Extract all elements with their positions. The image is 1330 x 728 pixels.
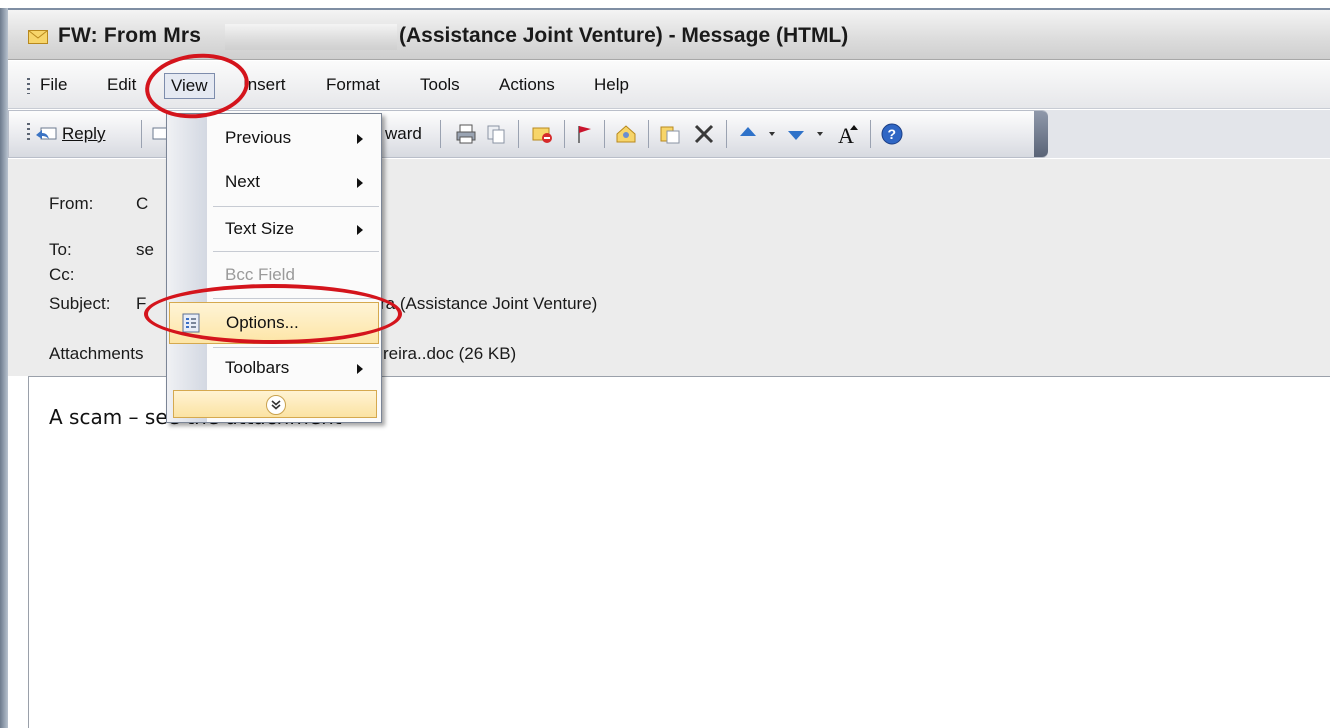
menu-item-options[interactable]: Options... bbox=[169, 302, 379, 344]
font-size-icon[interactable]: A bbox=[836, 122, 860, 146]
menu-help[interactable]: Help bbox=[594, 74, 629, 96]
flag-icon[interactable] bbox=[572, 122, 596, 146]
menu-view[interactable]: View bbox=[164, 73, 215, 99]
to-label: To: bbox=[49, 240, 72, 259]
toolbar-separator bbox=[604, 120, 605, 148]
submenu-arrow-icon bbox=[357, 225, 363, 235]
menu-file[interactable]: File bbox=[40, 74, 67, 96]
message-window: FW: From Mrs (Assistance Joint Venture) … bbox=[8, 10, 1330, 728]
window-title-prefix: FW: From Mrs bbox=[58, 24, 202, 47]
svg-text:?: ? bbox=[888, 126, 897, 142]
menu-item-label: Options... bbox=[226, 313, 299, 332]
window-title-suffix: (Assistance Joint Venture) - Message (HT… bbox=[399, 24, 849, 47]
subject-value-start: F bbox=[136, 294, 147, 313]
toolbar-separator bbox=[726, 120, 727, 148]
toolbar-separator bbox=[870, 120, 871, 148]
submenu-arrow-icon bbox=[357, 364, 363, 374]
menu-item-label: Text Size bbox=[225, 219, 294, 238]
expand-menu-button[interactable] bbox=[173, 390, 377, 418]
outer-frame-left bbox=[0, 8, 8, 728]
menu-item-label: Next bbox=[225, 172, 260, 191]
forward-button[interactable]: ward bbox=[385, 123, 422, 145]
to-value[interactable]: se bbox=[136, 240, 154, 260]
reply-icon[interactable] bbox=[34, 122, 58, 146]
menu-bar-grip[interactable] bbox=[27, 78, 30, 94]
submenu-arrow-icon bbox=[357, 178, 363, 188]
next-item-icon[interactable] bbox=[784, 122, 808, 146]
move-to-folder-icon[interactable] bbox=[530, 122, 554, 146]
envelope-icon bbox=[28, 30, 48, 44]
message-body[interactable]: A scam – see the attachment bbox=[28, 376, 1330, 728]
menu-item-bcc-field: Bcc Field bbox=[167, 253, 381, 297]
address-book-icon[interactable] bbox=[614, 122, 638, 146]
toolbar-separator bbox=[648, 120, 649, 148]
toolbar-options-handle[interactable] bbox=[1034, 111, 1048, 157]
menu-actions[interactable]: Actions bbox=[499, 74, 555, 96]
attachment-file[interactable]: reira..doc (26 KB) bbox=[383, 344, 516, 364]
menu-item-label: Previous bbox=[225, 128, 292, 147]
toolbar-separator bbox=[141, 120, 142, 148]
menu-separator bbox=[213, 298, 379, 299]
menu-item-label: Toolbars bbox=[225, 358, 290, 377]
toolbar-separator bbox=[440, 120, 441, 148]
view-menu-dropdown: Previous Next Text Size Bcc Field Option… bbox=[166, 113, 382, 423]
menu-item-label: Bcc Field bbox=[225, 265, 295, 284]
reply-button[interactable]: Reply bbox=[62, 123, 105, 145]
print-icon[interactable] bbox=[454, 122, 478, 146]
previous-dropdown-icon[interactable] bbox=[760, 122, 784, 146]
svg-text:A: A bbox=[838, 123, 854, 146]
options-icon bbox=[182, 313, 200, 333]
submenu-arrow-icon bbox=[357, 134, 363, 144]
title-bar: FW: From Mrs (Assistance Joint Venture) … bbox=[8, 10, 1330, 60]
move-icon[interactable] bbox=[658, 122, 682, 146]
menu-format[interactable]: Format bbox=[326, 74, 380, 96]
subject-value: ra (Assistance Joint Venture) bbox=[380, 294, 598, 313]
menu-item-next[interactable]: Next bbox=[167, 160, 381, 204]
menu-bar: File Edit View Insert Format Tools Actio… bbox=[8, 61, 1330, 109]
cc-label: Cc: bbox=[49, 265, 75, 284]
from-label: From: bbox=[49, 194, 94, 213]
chevron-double-down-icon bbox=[266, 395, 286, 415]
subject-label: Subject: bbox=[49, 294, 111, 313]
from-value[interactable]: C bbox=[136, 194, 148, 214]
toolbar-separator bbox=[518, 120, 519, 148]
toolbar-grip[interactable] bbox=[27, 123, 30, 141]
next-dropdown-icon[interactable] bbox=[808, 122, 832, 146]
menu-item-toolbars[interactable]: Toolbars bbox=[167, 346, 381, 390]
attachments-label: Attachments bbox=[49, 344, 144, 363]
menu-edit[interactable]: Edit bbox=[107, 74, 136, 96]
delete-icon[interactable] bbox=[692, 122, 716, 146]
menu-item-text-size[interactable]: Text Size bbox=[167, 207, 381, 251]
menu-tools[interactable]: Tools bbox=[420, 74, 460, 96]
menu-item-previous[interactable]: Previous bbox=[167, 116, 381, 160]
menu-insert[interactable]: Insert bbox=[243, 74, 286, 96]
help-icon[interactable]: ? bbox=[880, 122, 904, 146]
title-redaction bbox=[225, 24, 397, 50]
toolbar-separator bbox=[564, 120, 565, 148]
previous-item-icon[interactable] bbox=[736, 122, 760, 146]
copy-icon[interactable] bbox=[484, 122, 508, 146]
menu-separator bbox=[213, 251, 379, 252]
